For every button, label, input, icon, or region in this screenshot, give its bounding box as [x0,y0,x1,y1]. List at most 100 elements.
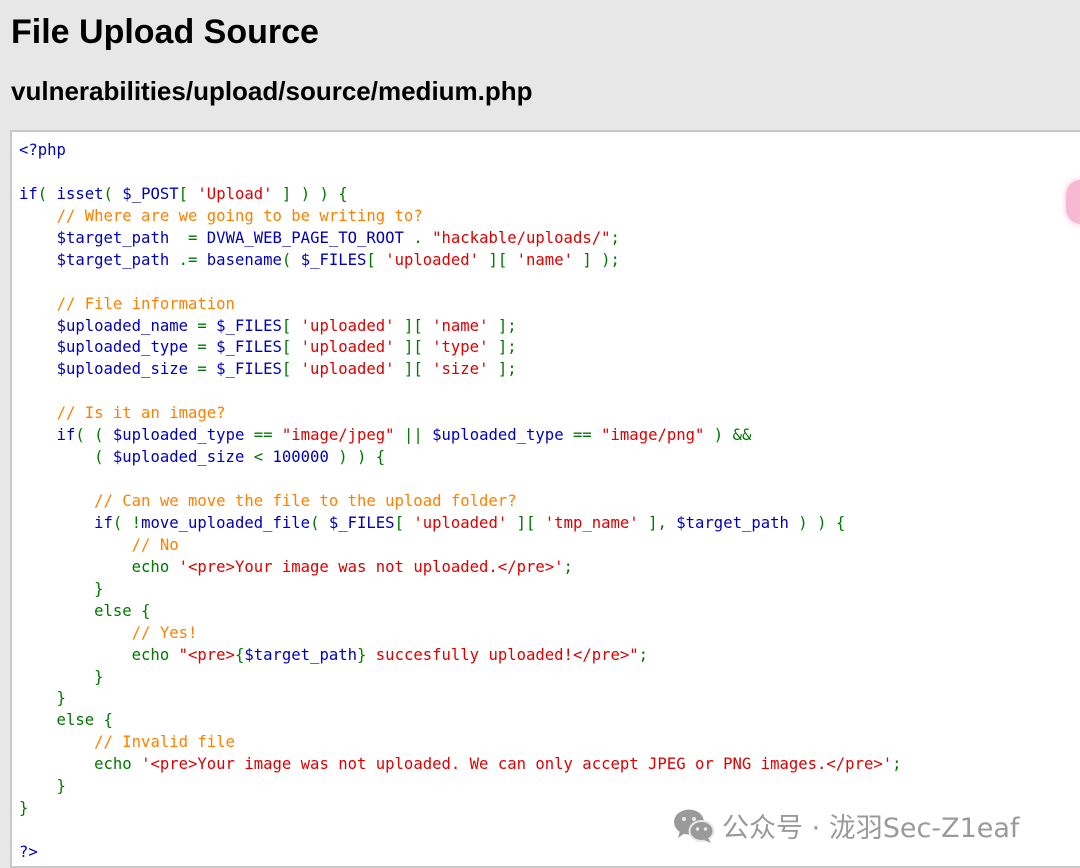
code-token: } [357,645,367,664]
code-line: // No [19,535,1080,557]
code-token: ][ [507,513,545,532]
source-file-path: vulnerabilities/upload/source/medium.php [11,76,533,106]
code-token: $target_path [676,513,789,532]
code-token: 'uploaded' [300,360,395,379]
code-token: ], [638,513,677,532]
code-token: $target_path [56,228,170,247]
code-token: // Invalid file [94,733,235,752]
code-token: basename [206,250,282,269]
code-line: ?> [19,842,1080,864]
code-token: ( [19,448,113,467]
code-token: $uploaded_type [432,426,564,445]
code-token: 'type' [432,338,489,357]
code-line: } [19,776,1080,798]
code-token: 'uploaded' [413,513,508,532]
code-token: = [169,228,207,247]
code-token: ] ) ) { [272,184,348,203]
code-line: else { [19,601,1080,623]
code-line: // Where are we going to be writing to? [19,206,1080,228]
code-token: ?> [19,843,38,861]
code-token: ( [310,513,329,532]
code-token: ) ) { [328,448,386,467]
code-token: 'name' [516,250,573,269]
code-token: 'uploaded' [300,338,395,357]
code-token: < [244,448,273,467]
source-code-panel: <?php if( isset( $_POST[ 'Upload' ] ) ) … [10,130,1080,868]
code-token: [ [281,338,301,357]
code-token: echo [19,755,142,774]
code-line: } [19,688,1080,710]
code-token: // No [131,535,179,554]
code-token: { [234,645,245,664]
code-token: // Can we move the file to the upload fo… [94,492,517,510]
code-token: ( ! [112,513,142,532]
code-token: .= [169,250,207,269]
code-token: $_FILES [216,338,282,357]
code-line: echo "<pre>{$target_path} succesfully up… [19,645,1080,667]
code-token: $uploaded_size [112,448,245,467]
code-token: } [19,579,104,598]
code-line: $uploaded_name = $_FILES[ 'uploaded' ][ … [19,316,1080,338]
code-line: // Is it an image? [19,403,1080,425]
code-token: [ [366,250,386,269]
code-token: ( ( [75,426,113,445]
code-token: 'uploaded' [300,316,395,335]
code-token: ]; [488,360,517,379]
code-token: else { [19,601,151,620]
code-token: ) ) { [788,513,846,532]
code-token: $uploaded_size [56,360,188,379]
code-token: . [403,228,433,247]
code-token: == [244,426,282,445]
floating-widget-handle[interactable] [1066,180,1080,224]
code-token: [ [281,360,301,379]
code-token: echo [19,557,179,576]
code-token: // Yes! [131,623,198,642]
code-token: = [188,338,217,357]
code-token: ; [610,228,620,247]
code-token: else { [19,711,113,730]
code-token: $target_path [244,645,358,664]
code-line: } [19,579,1080,601]
code-token: $uploaded_type [56,338,188,357]
code-token: // Is it an image? [56,404,226,423]
code-line: $target_path = DVWA_WEB_PAGE_TO_ROOT . "… [19,228,1080,250]
code-token: DVWA_WEB_PAGE_TO_ROOT [206,228,404,247]
code-token: if [94,513,113,532]
code-token: '<pre>Your image was not uploaded.</pre>… [178,557,564,576]
code-token: 'uploaded' [385,250,480,269]
code-token: ; [638,645,649,664]
code-token: <?php [19,141,66,159]
code-line: // Yes! [19,623,1080,645]
code-token: == [563,426,602,445]
watermark: 公众号 · 泷羽Sec-Z1eaf [672,806,1019,845]
code-token: ][ [394,316,433,335]
code-token: "image/png" [601,426,705,445]
code-token: ( [103,184,123,203]
code-token: 'name' [432,316,489,335]
code-token: if [56,426,76,445]
code-token: $_FILES [300,250,367,269]
code-token: ] ); [572,250,620,269]
code-token: } [19,777,66,796]
code-line: echo '<pre>Your image was not uploaded.<… [19,557,1080,579]
code-token: "image/jpeg" [281,426,395,445]
code-line: echo '<pre>Your image was not uploaded. … [19,754,1080,776]
code-line: $uploaded_type = $_FILES[ 'uploaded' ][ … [19,337,1080,359]
code-token: if [19,184,38,203]
code-line: // File information [19,294,1080,316]
code-token: 100000 [272,448,329,467]
code-token: echo [19,645,179,664]
code-token: "hackable/uploads/" [432,228,611,247]
code-line: if( isset( $_POST[ 'Upload' ] ) ) { [19,184,1080,206]
code-token: // Where are we going to be writing to? [56,206,423,225]
